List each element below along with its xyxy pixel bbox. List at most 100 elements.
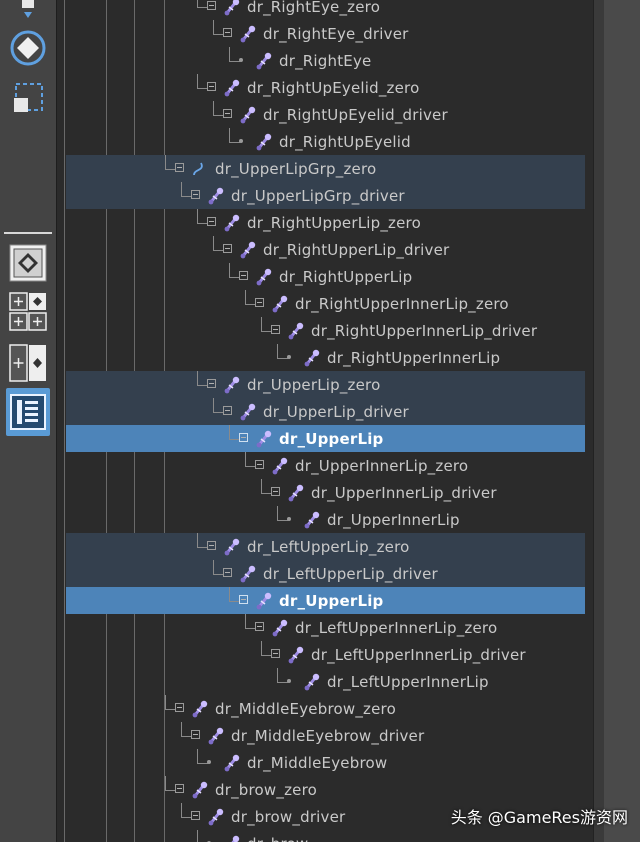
joint-node-icon: [304, 673, 320, 690]
tree-connector: [66, 155, 191, 182]
joint-node-icon: [192, 781, 208, 798]
outliner-row[interactable]: dr_UpperLip_zero: [66, 371, 585, 398]
collapse-toggle-icon[interactable]: [191, 730, 200, 739]
collapse-toggle-icon[interactable]: [271, 325, 280, 334]
toolbar-divider: [4, 232, 52, 234]
outliner-row-label: dr_UpperInnerLip_zero: [295, 456, 469, 475]
outliner-row[interactable]: dr_LeftUpperLip_zero: [66, 533, 585, 560]
joint-node-icon: [272, 295, 288, 312]
collapse-toggle-icon[interactable]: [207, 1, 216, 10]
outliner-row[interactable]: dr_UpperLip: [66, 425, 585, 452]
outliner-row-label: dr_RightUpEyelid: [279, 132, 411, 151]
outliner-row[interactable]: dr_RightUpEyelid_driver: [57, 101, 593, 128]
outliner-row-label: dr_RightUpperInnerLip: [327, 348, 501, 367]
joint-node-icon: [240, 403, 256, 420]
tree-connector: [57, 722, 207, 749]
outliner-row[interactable]: dr_RightUpperInnerLip: [57, 344, 593, 371]
tree-connector: [57, 263, 255, 290]
collapse-toggle-icon[interactable]: [175, 163, 184, 172]
leaf-dot-icon: [287, 517, 291, 521]
outliner-row[interactable]: dr_MiddleEyebrow_driver: [57, 722, 593, 749]
outliner-row-label: dr_RightEye_driver: [263, 24, 409, 43]
collapse-toggle-icon[interactable]: [207, 541, 216, 550]
collapse-toggle-icon[interactable]: [207, 379, 216, 388]
collapse-toggle-icon[interactable]: [255, 622, 264, 631]
outliner-row[interactable]: dr_RightUpEyelid_zero: [57, 74, 593, 101]
collapse-toggle-icon[interactable]: [223, 568, 232, 577]
collapse-toggle-icon[interactable]: [207, 82, 216, 91]
joint-node-icon: [256, 592, 272, 609]
tree-connector: [57, 614, 271, 641]
outliner-row[interactable]: dr_RightUpEyelid: [57, 128, 593, 155]
outliner-row[interactable]: dr_RightEye_zero: [57, 0, 593, 20]
select-region-icon[interactable]: [6, 78, 50, 118]
collapse-toggle-icon[interactable]: [175, 703, 184, 712]
collapse-toggle-icon[interactable]: [271, 649, 280, 658]
collapse-toggle-icon[interactable]: [191, 190, 200, 199]
outliner-row[interactable]: dr_RightUpperLip_zero: [57, 209, 593, 236]
two-view-icon[interactable]: [6, 342, 50, 384]
outliner-row[interactable]: dr_RightUpperInnerLip_driver: [57, 317, 593, 344]
outliner-row[interactable]: dr_MiddleEyebrow: [57, 749, 593, 776]
outliner-row[interactable]: dr_RightUpperLip: [57, 263, 593, 290]
outliner-row[interactable]: dr_LeftUpperInnerLip: [57, 668, 593, 695]
joint-node-icon: [208, 187, 224, 204]
outliner-row[interactable]: dr_LeftUpperInnerLip_driver: [57, 641, 593, 668]
leaf-dot-icon: [287, 355, 291, 359]
outliner-row[interactable]: dr_LeftUpperInnerLip_zero: [57, 614, 593, 641]
tree-connector: [57, 506, 303, 533]
collapse-toggle-icon[interactable]: [175, 784, 184, 793]
collapse-toggle-icon[interactable]: [191, 811, 200, 820]
outliner-row-label: dr_RightUpEyelid_zero: [247, 78, 420, 97]
outliner-row[interactable]: dr_RightEye: [57, 47, 593, 74]
outliner-row[interactable]: dr_UpperLip_driver: [66, 398, 585, 425]
move-tool-icon[interactable]: [6, 0, 50, 22]
joint-node-icon: [224, 79, 240, 96]
outliner-row[interactable]: dr_MiddleEyebrow_zero: [57, 695, 593, 722]
outliner-row[interactable]: dr_RightUpperLip_driver: [57, 236, 593, 263]
outliner-row-label: dr_UpperLip: [279, 591, 384, 610]
outliner-row[interactable]: dr_RightUpperInnerLip_zero: [57, 290, 593, 317]
outliner-row[interactable]: dr_UpperInnerLip: [57, 506, 593, 533]
tree-connector: [57, 236, 239, 263]
outliner-row-label: dr_RightUpperInnerLip_driver: [311, 321, 538, 340]
outliner-layout-icon[interactable]: [6, 388, 50, 436]
single-view-icon[interactable]: [6, 242, 50, 284]
joint-node-icon: [224, 538, 240, 555]
outliner-row[interactable]: dr_UpperLip: [66, 587, 585, 614]
tree-connector: [57, 101, 239, 128]
collapse-toggle-icon[interactable]: [223, 109, 232, 118]
rotate-tool-icon[interactable]: [6, 28, 50, 68]
collapse-toggle-icon[interactable]: [255, 298, 264, 307]
outliner-row-label: dr_LeftUpperLip_driver: [263, 564, 438, 583]
collapse-toggle-icon[interactable]: [207, 217, 216, 226]
collapse-toggle-icon[interactable]: [255, 460, 264, 469]
watermark: 头条 @GameRes游资网: [450, 808, 628, 827]
outliner-row-label: dr_LeftUpperInnerLip_driver: [311, 645, 526, 664]
joint-node-icon: [272, 457, 288, 474]
joint-node-icon: [224, 0, 240, 15]
collapse-toggle-icon[interactable]: [271, 487, 280, 496]
collapse-toggle-icon[interactable]: [239, 271, 248, 280]
outliner-row[interactable]: dr_brow: [57, 830, 593, 842]
outliner-row[interactable]: dr_brow_zero: [57, 776, 593, 803]
tree-connector: [66, 560, 239, 587]
tree-connector: [57, 344, 303, 371]
collapse-toggle-icon[interactable]: [223, 28, 232, 37]
outliner-row[interactable]: dr_UpperInnerLip_zero: [57, 452, 593, 479]
outliner-row[interactable]: dr_UpperLipGrp_driver: [66, 182, 585, 209]
viewport-edge: [604, 0, 640, 842]
vertical-scrollbar[interactable]: [593, 0, 604, 842]
outliner-row[interactable]: dr_UpperInnerLip_driver: [57, 479, 593, 506]
outliner-row[interactable]: dr_UpperLipGrp_zero: [66, 155, 585, 182]
tree-connector: [57, 641, 287, 668]
collapse-toggle-icon[interactable]: [223, 406, 232, 415]
outliner-row-label: dr_RightUpperLip_driver: [263, 240, 450, 259]
outliner-row-label: dr_MiddleEyebrow_zero: [215, 699, 396, 718]
collapse-toggle-icon[interactable]: [239, 595, 248, 604]
outliner-row[interactable]: dr_RightEye_driver: [57, 20, 593, 47]
collapse-toggle-icon[interactable]: [223, 244, 232, 253]
four-view-icon[interactable]: [6, 290, 50, 334]
outliner-row[interactable]: dr_LeftUpperLip_driver: [66, 560, 585, 587]
collapse-toggle-icon[interactable]: [239, 433, 248, 442]
